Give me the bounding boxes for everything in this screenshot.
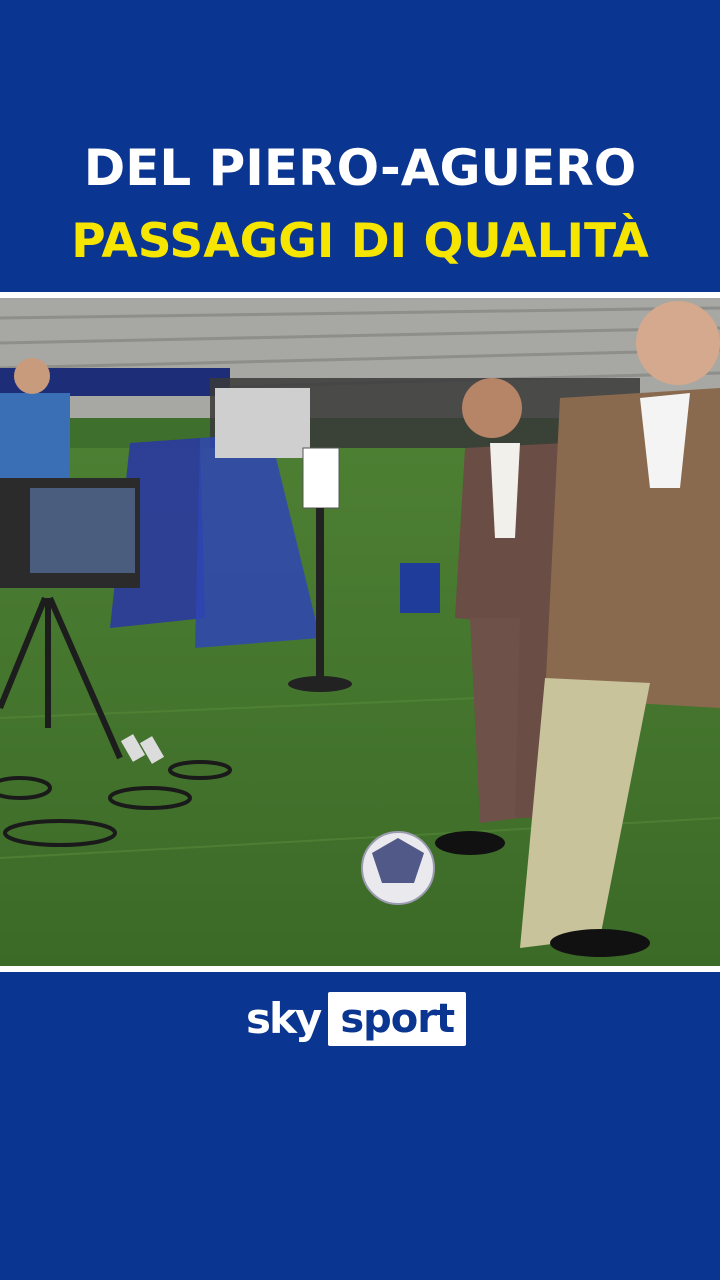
- sign-board: [302, 447, 340, 509]
- logo-sport-text: sport: [340, 996, 455, 1042]
- cameraman: [0, 393, 70, 488]
- soccer-ball-icon: [361, 831, 435, 905]
- headline-banner: DEL PIERO-AGUERO PASSAGGI DI QUALITÀ: [0, 0, 720, 292]
- headline-line-1: DEL PIERO-AGUERO: [83, 139, 637, 197]
- pitch-scene: [0, 298, 720, 966]
- headline-line-2: PASSAGGI DI QUALITÀ: [71, 214, 649, 269]
- logo-sport-box: sport: [328, 992, 467, 1046]
- equipment-crate: [215, 388, 310, 458]
- sky-sport-logo: sky sport: [246, 992, 467, 1046]
- sign-pole: [316, 508, 324, 678]
- logo-sky-text: sky: [246, 994, 322, 1043]
- video-frame[interactable]: [0, 298, 720, 966]
